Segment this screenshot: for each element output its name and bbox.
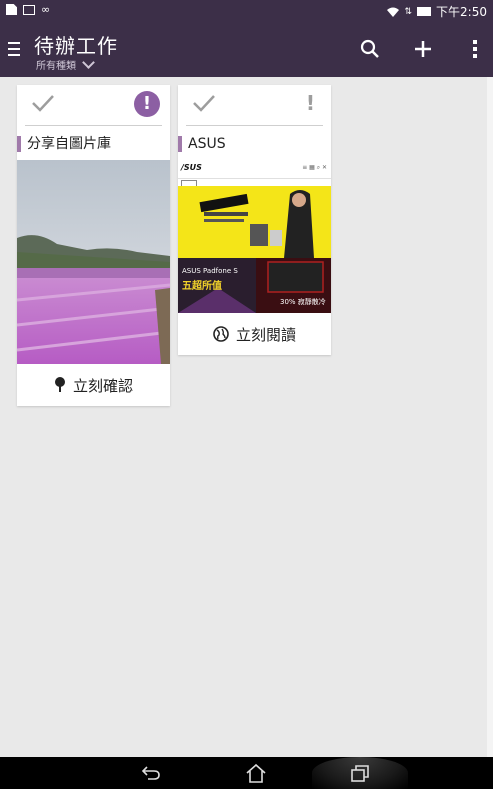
preview-nav-icons: ≡ ▦ ⌕ ✕ — [302, 164, 327, 171]
chevron-down-icon — [82, 56, 95, 69]
page-title[interactable]: 待辦工作 — [34, 30, 118, 59]
signal-arrows-icon: ⇅ — [404, 6, 413, 17]
preview-header: /SUS ≡ ▦ ⌕ ✕ — [178, 160, 331, 179]
read-now-label: 立刻閱讀 — [235, 325, 296, 344]
banner-text-product: ASUS Padfone S — [182, 267, 238, 275]
task-title: ASUS — [178, 135, 331, 153]
search-button[interactable] — [356, 35, 384, 63]
attached-photo[interactable] — [17, 160, 170, 364]
home-icon — [246, 763, 266, 783]
card-header: ! — [186, 85, 323, 126]
task-card[interactable]: ! 分享自圖片庫 立刻確認 — [17, 85, 170, 406]
product-banner: ASUS Padfone S 五超所值 30% 寂靜散冷 — [178, 258, 331, 313]
globe-icon — [213, 326, 229, 342]
recent-apps-button[interactable] — [345, 761, 375, 785]
asus-logo: /SUS — [181, 163, 202, 172]
action-bar: 待辦工作 所有種類 — [0, 22, 493, 77]
wifi-icon — [386, 7, 399, 17]
promo-banner — [178, 186, 331, 258]
home-button[interactable] — [241, 761, 271, 785]
drawer-menu-icon[interactable] — [8, 42, 20, 60]
priority-icon[interactable]: ! — [306, 91, 315, 115]
high-priority-icon[interactable]: ! — [134, 91, 160, 117]
add-task-button[interactable] — [409, 35, 437, 63]
infinity-icon: ∞ — [41, 3, 51, 16]
status-bar: ∞ ⇅ 下午2:50 — [0, 0, 493, 22]
pin-icon — [54, 377, 65, 392]
banner-text-promo: 五超所值 — [182, 281, 222, 292]
back-button[interactable] — [136, 761, 166, 785]
confirm-now-label: 立刻確認 — [72, 376, 133, 395]
read-now-button[interactable]: 立刻閱讀 — [178, 314, 331, 354]
navigation-bar — [0, 757, 493, 789]
complete-check-icon[interactable] — [192, 93, 216, 113]
banner-text-cooling: 30% 寂靜散冷 — [280, 298, 326, 306]
add-icon — [415, 41, 431, 57]
complete-check-icon[interactable] — [31, 93, 55, 113]
clock: 下午2:50 — [436, 5, 487, 19]
flower-field-image — [17, 160, 170, 364]
card-header: ! — [25, 85, 162, 126]
category-filter-dropdown[interactable]: 所有種類 — [36, 56, 95, 72]
right-edge — [487, 77, 493, 757]
image-icon — [23, 4, 35, 15]
overflow-menu-button[interactable] — [461, 35, 489, 63]
task-card[interactable]: ! ASUS /SUS ≡ ▦ ⌕ ✕ ASUS Padfone S 五超所值 … — [178, 85, 331, 355]
webpage-preview[interactable]: /SUS ≡ ▦ ⌕ ✕ ASUS Padfone S 五超所值 30% 寂靜散… — [178, 160, 331, 313]
confirm-now-button[interactable]: 立刻確認 — [17, 365, 170, 405]
battery-icon — [417, 7, 432, 16]
overflow-menu-icon — [473, 40, 477, 58]
search-icon — [360, 39, 379, 58]
task-title: 分享自圖片庫 — [17, 135, 170, 153]
back-icon — [141, 766, 160, 780]
category-filter-label: 所有種類 — [36, 61, 76, 72]
recent-apps-icon — [351, 765, 369, 782]
document-icon — [6, 4, 17, 15]
